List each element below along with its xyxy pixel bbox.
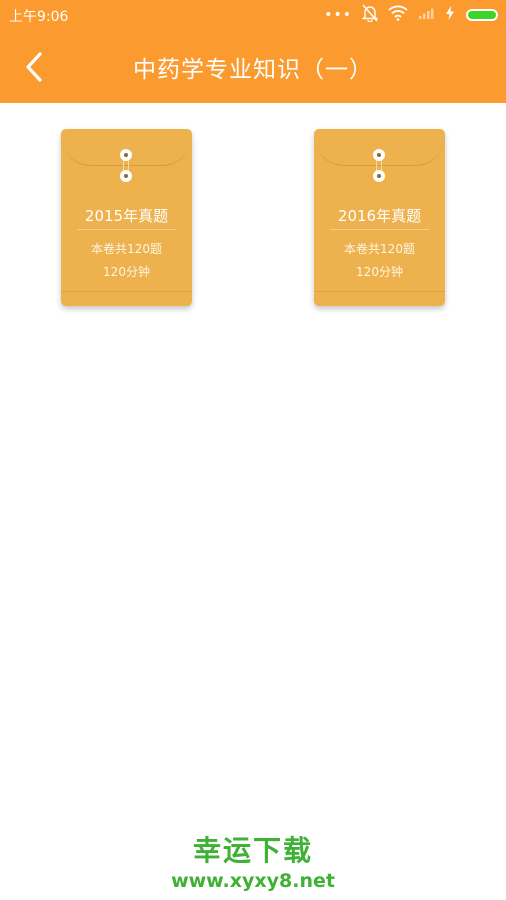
nav-bar: 中药学专业知识（一） — [0, 30, 506, 103]
mute-bell-icon — [361, 4, 379, 26]
envelope-button-icon — [373, 170, 385, 182]
divider — [330, 229, 429, 230]
envelope-bottom-line — [314, 291, 445, 292]
duration: 120分钟 — [356, 265, 403, 279]
watermark: 幸运下载 www.xyxy8.net — [0, 833, 506, 893]
question-count: 本卷共120题 — [344, 242, 415, 256]
signal-icon — [418, 6, 436, 24]
page-title: 中药学专业知识（一） — [133, 57, 373, 83]
watermark-brand: 幸运下载 — [192, 834, 313, 867]
status-bar: 上午9:06 ••• — [0, 0, 506, 30]
envelope-bottom-line — [61, 291, 192, 292]
paper-title: 2016年真题 — [337, 207, 422, 225]
exam-paper-card-2015[interactable]: 2015年真题 本卷共120题 120分钟 — [61, 129, 192, 306]
status-icons: ••• — [324, 4, 498, 26]
exam-paper-card-2016[interactable]: 2016年真题 本卷共120题 120分钟 — [314, 129, 445, 306]
status-time: 上午9:06 — [9, 9, 69, 25]
envelope-button-icon — [120, 149, 132, 161]
envelope-button-icon — [120, 170, 132, 182]
paper-title: 2015年真题 — [84, 207, 169, 225]
battery-icon — [466, 9, 498, 21]
envelope-button-icon — [373, 149, 385, 161]
top-bar: 上午9:06 ••• 中药学专业知识（一） — [0, 0, 506, 103]
watermark-url: www.xyxy8.net — [171, 870, 335, 892]
wifi-icon — [388, 5, 408, 25]
charging-icon — [446, 6, 454, 24]
question-count: 本卷共120题 — [91, 242, 162, 256]
more-dots-icon: ••• — [324, 7, 352, 23]
duration: 120分钟 — [103, 265, 150, 279]
divider — [77, 229, 176, 230]
